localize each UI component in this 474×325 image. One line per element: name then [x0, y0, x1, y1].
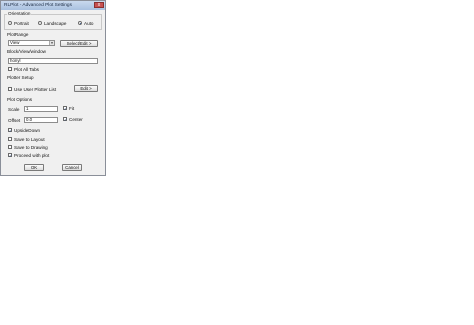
save-to-layout-checkbox[interactable]: [8, 137, 12, 141]
plotter-setup-group-label: Plotter Setup: [7, 75, 34, 80]
plot-options-group-label: Plot Options: [7, 97, 33, 102]
offset-input[interactable]: 0.0: [24, 117, 58, 123]
portrait-radio[interactable]: [8, 21, 12, 25]
chevron-down-icon: ▾: [49, 41, 54, 45]
auto-label: Auto: [84, 20, 94, 26]
proceed-with-plot-label: Proceed with plot: [14, 152, 50, 158]
cancel-button[interactable]: Cancel: [62, 164, 82, 171]
landscape-label: Landscape: [44, 20, 67, 26]
auto-radio[interactable]: [78, 21, 82, 25]
center-label: Center: [69, 116, 83, 122]
landscape-radio[interactable]: [38, 21, 42, 25]
title-bar[interactable]: RLPlot - Advanced Plot Settings x: [1, 1, 105, 10]
orientation-group-label: Orientation: [7, 11, 32, 16]
select-edit-button[interactable]: Select/Edit >: [60, 40, 98, 47]
save-to-drawing-label: Save to Drawing: [14, 144, 48, 150]
plotter-edit-button[interactable]: Edit >: [74, 85, 98, 92]
advanced-plot-settings-dialog: RLPlot - Advanced Plot Settings x Orient…: [0, 0, 106, 176]
save-to-drawing-checkbox[interactable]: [8, 145, 12, 149]
use-user-plotter-list-label: Use User Plotter List: [14, 86, 57, 92]
fit-label: Fit: [69, 105, 75, 111]
portrait-label: Portrait: [14, 20, 29, 26]
plotrange-select-value: View: [10, 40, 20, 45]
close-button[interactable]: x: [94, 2, 104, 8]
save-to-layout-label: Save to Layout: [14, 136, 45, 142]
block-view-window-label: Block/View/window: [7, 49, 46, 54]
offset-label: Offset: [8, 118, 21, 123]
scale-label: Scale: [8, 107, 20, 112]
window-title: RLPlot - Advanced Plot Settings: [4, 3, 72, 8]
scale-input[interactable]: 1: [24, 106, 58, 112]
ok-button[interactable]: OK: [24, 164, 44, 171]
plotrange-group-label: PlotRange: [7, 32, 29, 37]
fit-checkbox[interactable]: ✓: [63, 106, 67, 111]
plotrange-select[interactable]: View ▾: [8, 40, 55, 46]
upsidedown-checkbox[interactable]: ✓: [8, 128, 12, 133]
use-user-plotter-list-checkbox[interactable]: [8, 87, 12, 91]
block-view-window-input[interactable]: honyl: [8, 58, 98, 64]
center-checkbox[interactable]: ✓: [63, 117, 67, 122]
plot-all-tabs-checkbox[interactable]: [8, 67, 12, 71]
upsidedown-label: UpsideDown: [14, 127, 41, 133]
plot-all-tabs-label: Plot All Tabs: [14, 66, 39, 72]
proceed-with-plot-checkbox[interactable]: ✓: [8, 153, 12, 158]
